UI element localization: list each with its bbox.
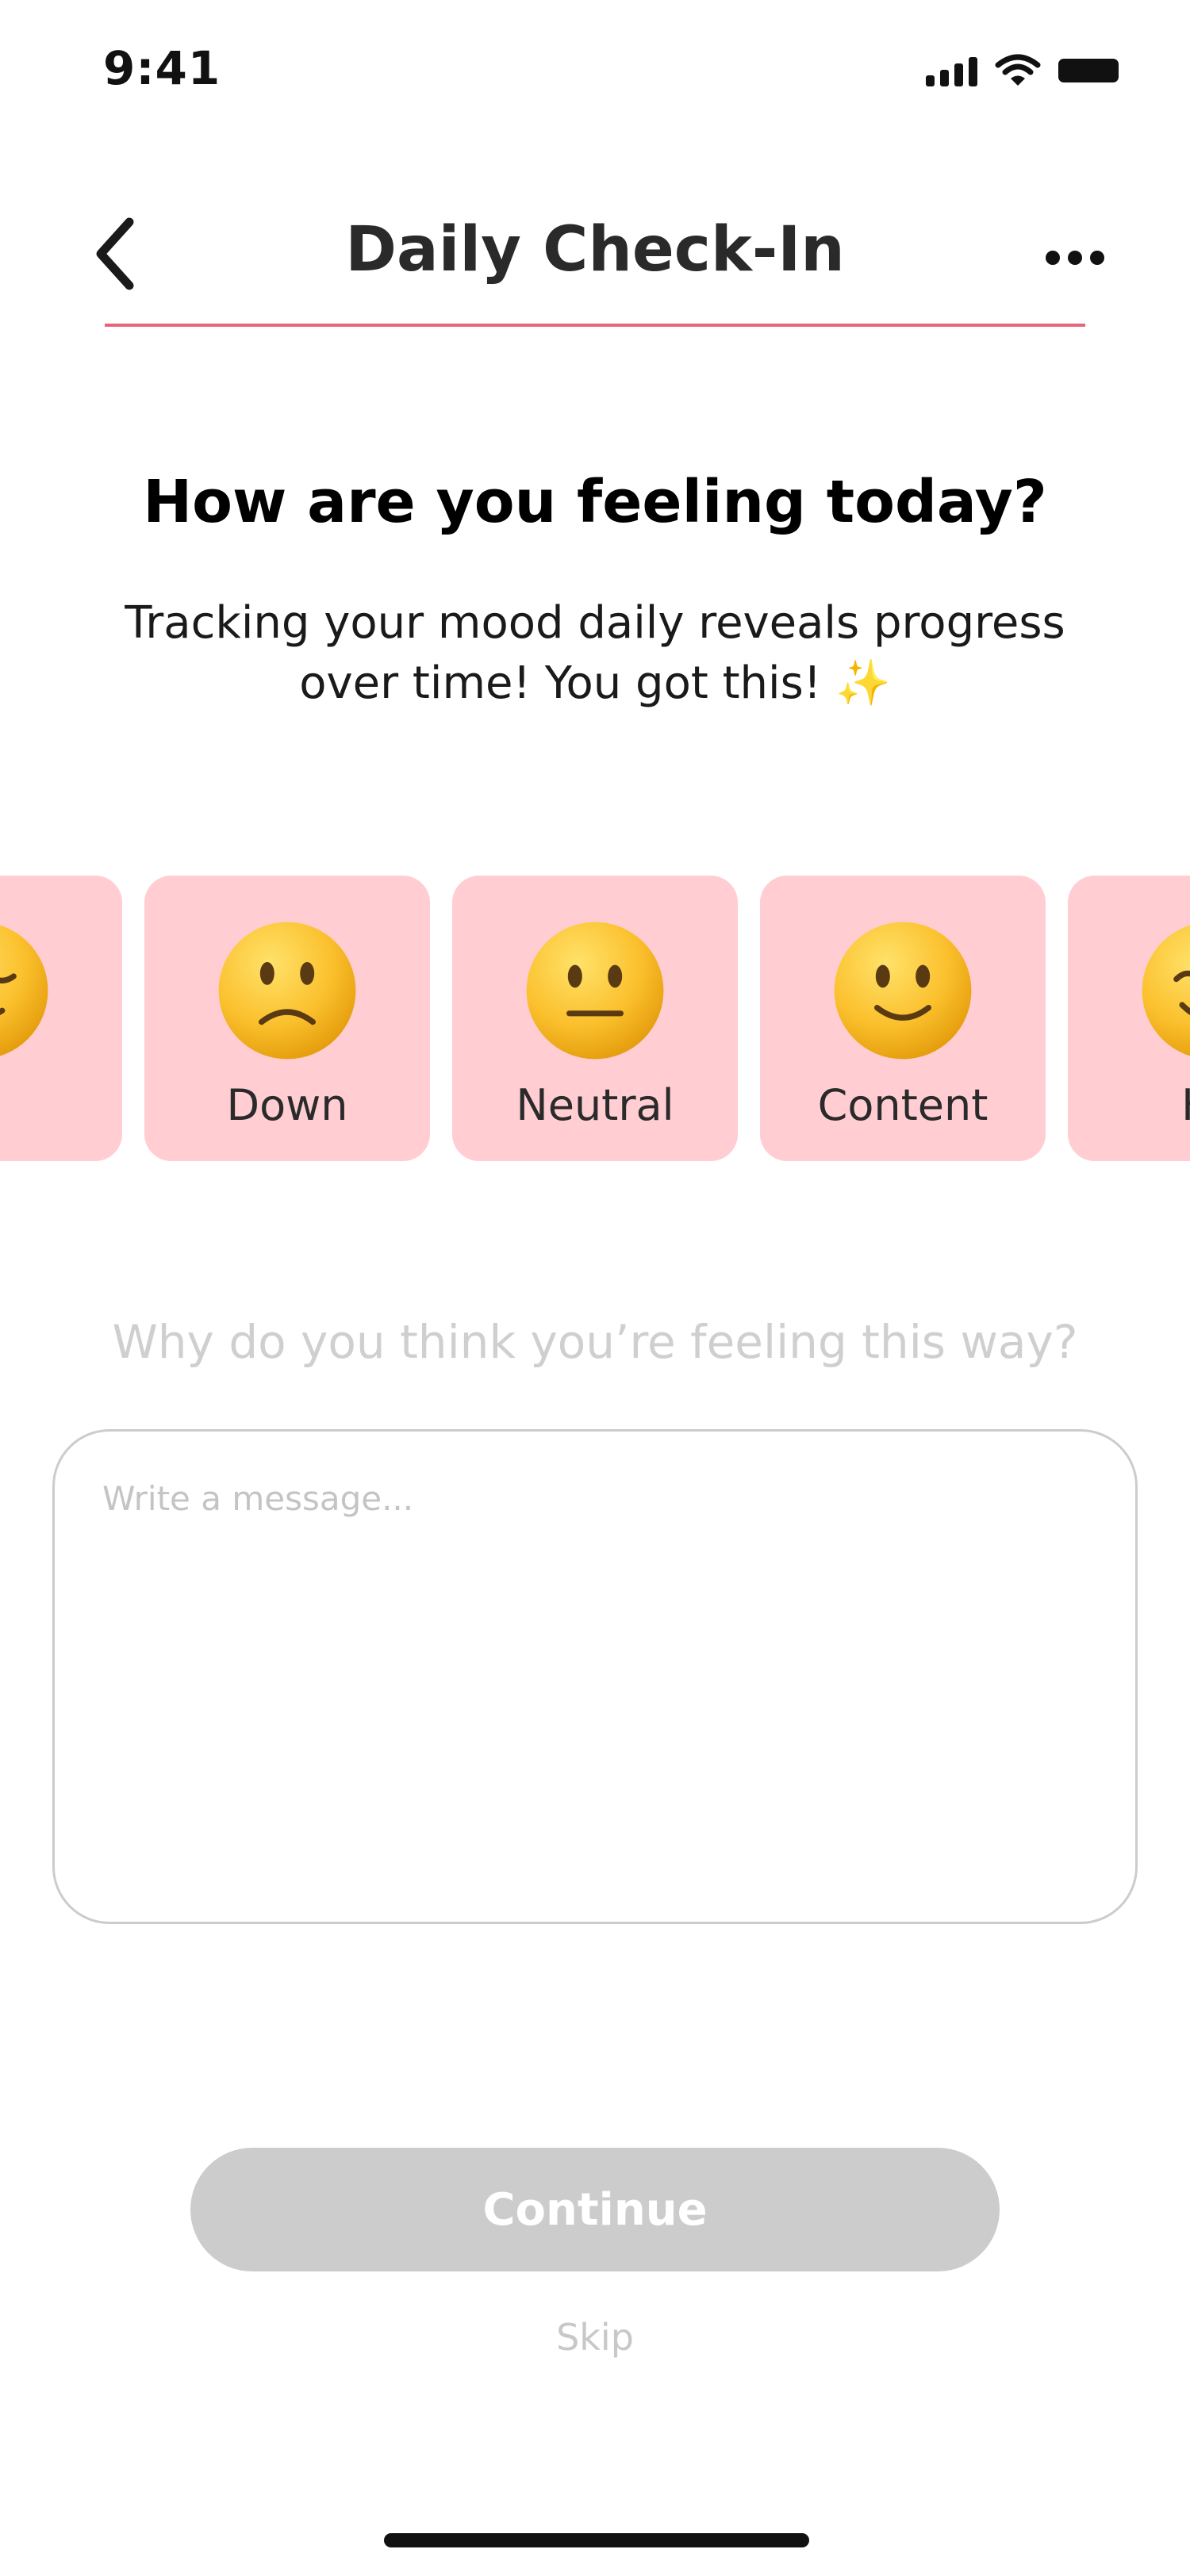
mood-label: Down bbox=[226, 1080, 348, 1130]
relieved-face-icon bbox=[0, 925, 48, 1056]
mood-card-down[interactable]: Down bbox=[144, 876, 430, 1161]
mood-card-relieved[interactable]: d bbox=[0, 876, 122, 1161]
wifi-icon bbox=[995, 54, 1041, 86]
mood-label: d bbox=[0, 1080, 122, 1130]
continue-button[interactable]: Continue bbox=[190, 2148, 1000, 2271]
battery-icon bbox=[1058, 59, 1119, 82]
home-indicator bbox=[384, 2533, 809, 2547]
mood-label: Neutral bbox=[516, 1080, 674, 1130]
status-bar: 9:41 bbox=[0, 0, 1190, 143]
mood-label: Ha bbox=[1068, 1080, 1190, 1130]
status-time: 9:41 bbox=[103, 41, 221, 95]
mood-label: Content bbox=[817, 1080, 988, 1130]
smiling-face-icon bbox=[1142, 925, 1190, 1056]
more-horizontal-icon bbox=[1046, 251, 1060, 265]
message-box bbox=[52, 1429, 1138, 1924]
mood-card-neutral[interactable]: Neutral bbox=[452, 876, 738, 1161]
mood-carousel[interactable]: d Down Neutral bbox=[0, 876, 1190, 1161]
signal-icon bbox=[926, 55, 977, 86]
message-input[interactable] bbox=[102, 1479, 1086, 1876]
mood-card-content[interactable]: Content bbox=[760, 876, 1046, 1161]
page-title: Daily Check-In bbox=[345, 214, 845, 286]
reason-prompt: Why do you think you’re feeling this way… bbox=[112, 1315, 1078, 1369]
skip-link[interactable]: Skip bbox=[0, 2316, 1190, 2359]
header-divider bbox=[105, 324, 1085, 327]
question-subtitle: Tracking your mood daily reveals progres… bbox=[125, 597, 1065, 709]
question-title: How are you feeling today? bbox=[143, 468, 1047, 536]
mood-card-happy[interactable]: Ha bbox=[1068, 876, 1190, 1161]
nav-header: Daily Check-In bbox=[0, 174, 1190, 327]
neutral-face-icon bbox=[526, 922, 664, 1060]
status-icons bbox=[926, 54, 1119, 87]
more-button[interactable] bbox=[1031, 230, 1119, 286]
frowning-face-icon bbox=[218, 922, 356, 1060]
slightly-smiling-face-icon bbox=[834, 922, 972, 1060]
